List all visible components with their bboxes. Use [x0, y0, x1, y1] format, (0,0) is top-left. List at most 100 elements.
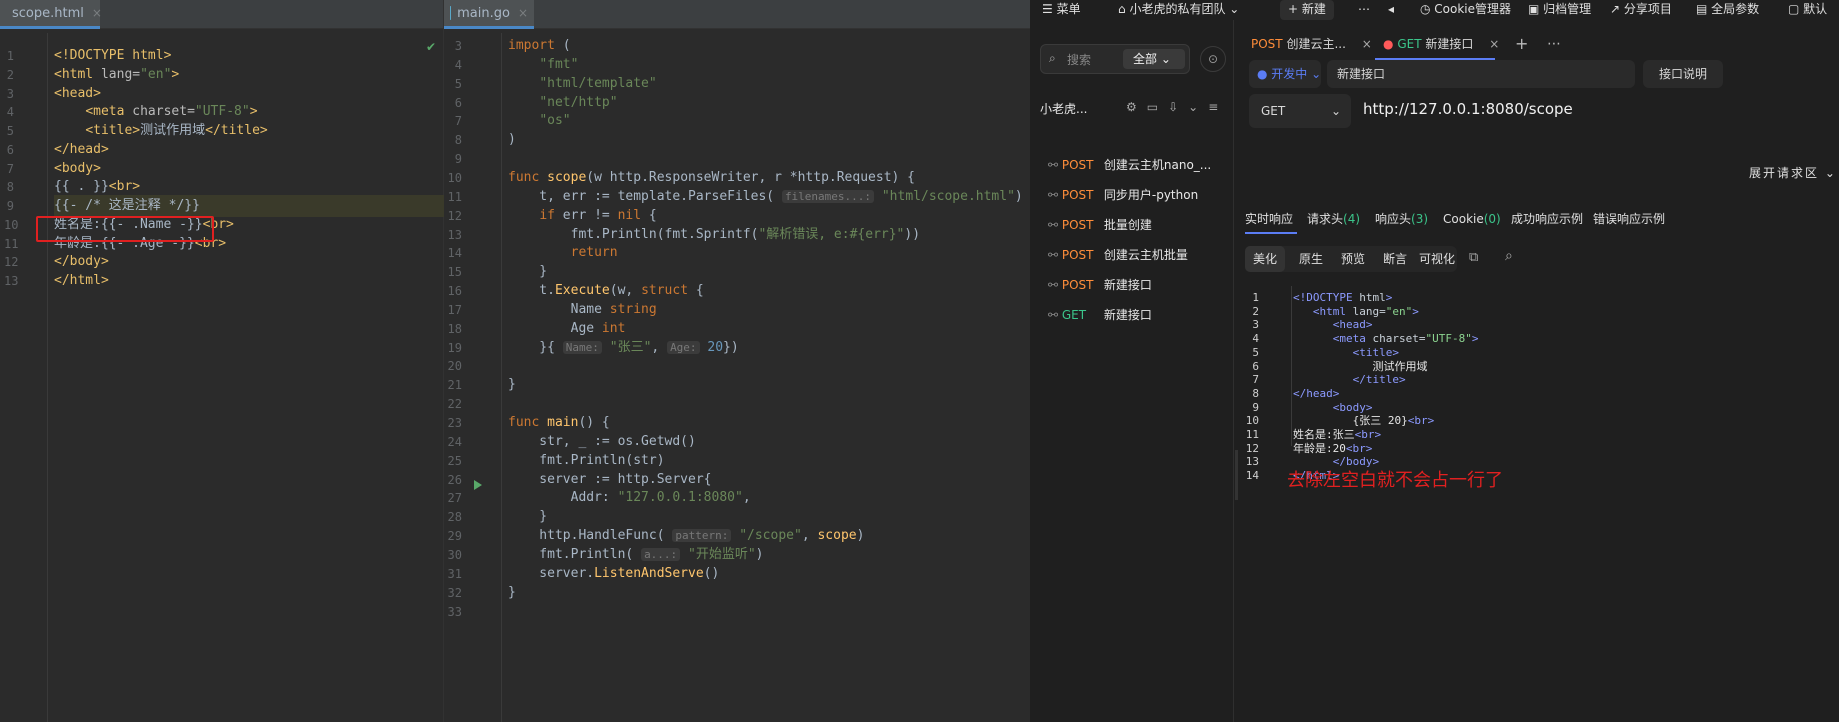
scope-filter-select[interactable]: 全部 ⌄: [1123, 49, 1185, 69]
go-code-area[interactable]: import ( "fmt" "html/template" "net/http…: [508, 33, 1030, 722]
api-list-item[interactable]: ⚯ POST 同步用户-python: [1048, 184, 1198, 206]
locate-icon[interactable]: ⊙: [1200, 46, 1226, 72]
method-label: POST: [1061, 188, 1094, 202]
code-line: server.ListenAndServe(): [508, 565, 720, 581]
annotation-text: 去除左空白就不会占一行了: [1287, 470, 1503, 491]
new-button[interactable]: + 新建: [1280, 0, 1334, 20]
code-line: "os": [539, 113, 571, 129]
api-client-panel: ☰ 菜单 ⌂ 小老虎的私有团队 ⌄ + 新建 ⋯ ◂ ◷ Cookie管理器 ▣…: [1030, 0, 1839, 722]
method-label: POST: [1061, 248, 1094, 262]
api-doc-button[interactable]: 接口说明: [1643, 60, 1723, 88]
api-list-item[interactable]: ⚯ POST 创建云主机批量: [1048, 244, 1188, 266]
close-icon[interactable]: ×: [92, 6, 102, 20]
api-sidebar: ⌕ 搜索 全部 ⌄ ⊙ 小老虎... ⚙▭⇩⌄≡ ⚯ POST 创建云主机nano…: [1030, 20, 1234, 722]
response-tab[interactable]: 响应头(3): [1375, 208, 1428, 230]
method-label: POST: [1061, 278, 1094, 292]
expand-request-toggle[interactable]: 展开请求区 ⌄: [1749, 164, 1837, 181]
chevron-down-icon: ⌄: [1330, 104, 1341, 118]
search-icon: ⌕: [1049, 51, 1056, 65]
api-name: 批量创建: [1103, 218, 1152, 232]
line-number: 13: [4, 274, 19, 288]
response-tab[interactable]: 请求头(4): [1307, 208, 1360, 230]
method-label: GET: [1061, 308, 1087, 322]
more-icon[interactable]: ⋯: [1547, 32, 1561, 56]
go-editor-tabbar: main.go ×: [444, 0, 1030, 29]
request-tab-2[interactable]: ● GET 新建接口 ×: [1383, 32, 1499, 56]
html-editor-pane: scope.html × 1 2 3 4 5 6 7 8 9 10 11 12 13 <!DOCTYPE…: [0, 0, 444, 722]
tab-label: main.go: [457, 5, 510, 21]
response-tab[interactable]: 错误响应示例: [1593, 208, 1665, 230]
code-line: </html>: [54, 273, 109, 288]
response-tab[interactable]: 成功响应示例: [1511, 208, 1583, 230]
sidebar-actions[interactable]: ⚙▭⇩⌄≡: [1126, 100, 1228, 114]
add-tab-icon[interactable]: +: [1515, 32, 1528, 56]
code-line: }: [508, 584, 516, 600]
line-number-gutter: 1 2 3 4 5 6 7 8 9 10 11 12 13: [0, 33, 48, 722]
search-input[interactable]: ⌕ 搜索 全部 ⌄: [1040, 44, 1190, 74]
code-line: }: [508, 377, 516, 393]
search-icon[interactable]: ⌕: [1505, 248, 1513, 264]
tab-label: scope.html: [12, 5, 84, 21]
url-input[interactable]: http://127.0.0.1:8080/scope: [1363, 100, 1573, 118]
top-toolbar: ☰ 菜单 ⌂ 小老虎的私有团队 ⌄ + 新建 ⋯ ◂ ◷ Cookie管理器 ▣…: [1030, 0, 1839, 20]
cookie-manager-button[interactable]: ◷ Cookie管理器: [1420, 0, 1511, 20]
format-button[interactable]: 可视化: [1417, 246, 1457, 272]
archive-button[interactable]: ▣ 归档管理: [1528, 0, 1591, 20]
api-list-item[interactable]: ⚯ POST 批量创建: [1048, 214, 1152, 236]
response-tab[interactable]: Cookie(0): [1443, 208, 1501, 230]
environment-select[interactable]: ● 开发中 ⌄: [1249, 60, 1321, 88]
format-button[interactable]: 原生: [1291, 246, 1331, 272]
share-button[interactable]: ↗ 分享项目: [1610, 0, 1672, 20]
link-icon: ⚯: [1048, 308, 1062, 322]
active-response-tab-indicator: [1245, 232, 1297, 234]
line-number: 33: [447, 604, 462, 619]
request-main: POST 创建云主... × ● GET 新建接口 × + ⋯ ● 开发中 ⌄ …: [1235, 20, 1839, 722]
go-editor-pane: main.go × 3 4 5 6 7 8 9 10 11 12 13 14 15 16 17 18 19 20 2…: [444, 0, 1030, 722]
project-name: 小老虎...: [1040, 102, 1088, 116]
request-tab-1[interactable]: POST 创建云主... ×: [1251, 32, 1372, 56]
link-icon: ⚯: [1048, 248, 1062, 262]
link-icon: ⚯: [1048, 218, 1062, 232]
global-params-button[interactable]: ▤ 全局参数: [1696, 0, 1759, 20]
code-line: ): [508, 132, 516, 148]
link-icon: ⚯: [1048, 278, 1062, 292]
api-name: 同步用户-python: [1103, 188, 1199, 202]
format-button[interactable]: 断言: [1375, 246, 1415, 272]
tab-main-go[interactable]: main.go ×: [444, 0, 534, 29]
menu-button[interactable]: ☰ 菜单: [1042, 0, 1081, 20]
tab-scope-html[interactable]: scope.html ×: [0, 0, 102, 29]
check-icon: ✔: [426, 40, 437, 54]
close-icon[interactable]: ×: [1362, 37, 1372, 51]
close-icon[interactable]: ×: [1489, 37, 1499, 51]
back-icon[interactable]: ◂: [1388, 0, 1394, 20]
resize-handle[interactable]: [1235, 450, 1238, 500]
annotation-highlight-box: [36, 216, 214, 242]
api-name: 创建云主机nano_...: [1103, 158, 1212, 172]
http-method-select[interactable]: GET ⌄: [1249, 94, 1351, 128]
method-label: POST: [1061, 158, 1094, 172]
copy-icon[interactable]: ⧉: [1469, 250, 1478, 265]
link-icon: ⚯: [1048, 188, 1062, 202]
format-button[interactable]: 美化: [1245, 246, 1285, 272]
search-placeholder: 搜索: [1067, 53, 1092, 67]
team-selector[interactable]: ⌂ 小老虎的私有团队 ⌄: [1118, 0, 1239, 20]
html-code-area[interactable]: <!DOCTYPE html> <html lang="en"> <head> <m…: [54, 33, 444, 722]
method-label: POST: [1061, 218, 1094, 232]
format-toolbar: 美化 原生 预览 断言 可视化: [1245, 246, 1457, 272]
default-env-button[interactable]: ▢ 默认: [1788, 0, 1827, 20]
code-line: }{ Name: "张三", Age: 20}): [508, 339, 739, 355]
indent-guide: [1291, 286, 1292, 446]
run-icon[interactable]: [474, 480, 482, 490]
go-file-icon: [450, 6, 452, 20]
api-list-item[interactable]: ⚯ GET 新建接口: [1048, 304, 1152, 326]
api-name: 创建云主机批量: [1103, 248, 1188, 262]
more-icon[interactable]: ⋯: [1358, 0, 1370, 20]
close-icon[interactable]: ×: [518, 6, 528, 20]
request-name-input[interactable]: 新建接口: [1327, 60, 1635, 88]
api-list-item[interactable]: ⚯ POST 新建接口: [1048, 274, 1152, 296]
api-name: 新建接口: [1103, 308, 1152, 322]
response-tab[interactable]: 实时响应: [1245, 208, 1293, 230]
response-line-number: 14: [1245, 469, 1259, 483]
format-button[interactable]: 预览: [1333, 246, 1373, 272]
api-list-item[interactable]: ⚯ POST 创建云主机nano_...: [1048, 154, 1211, 176]
